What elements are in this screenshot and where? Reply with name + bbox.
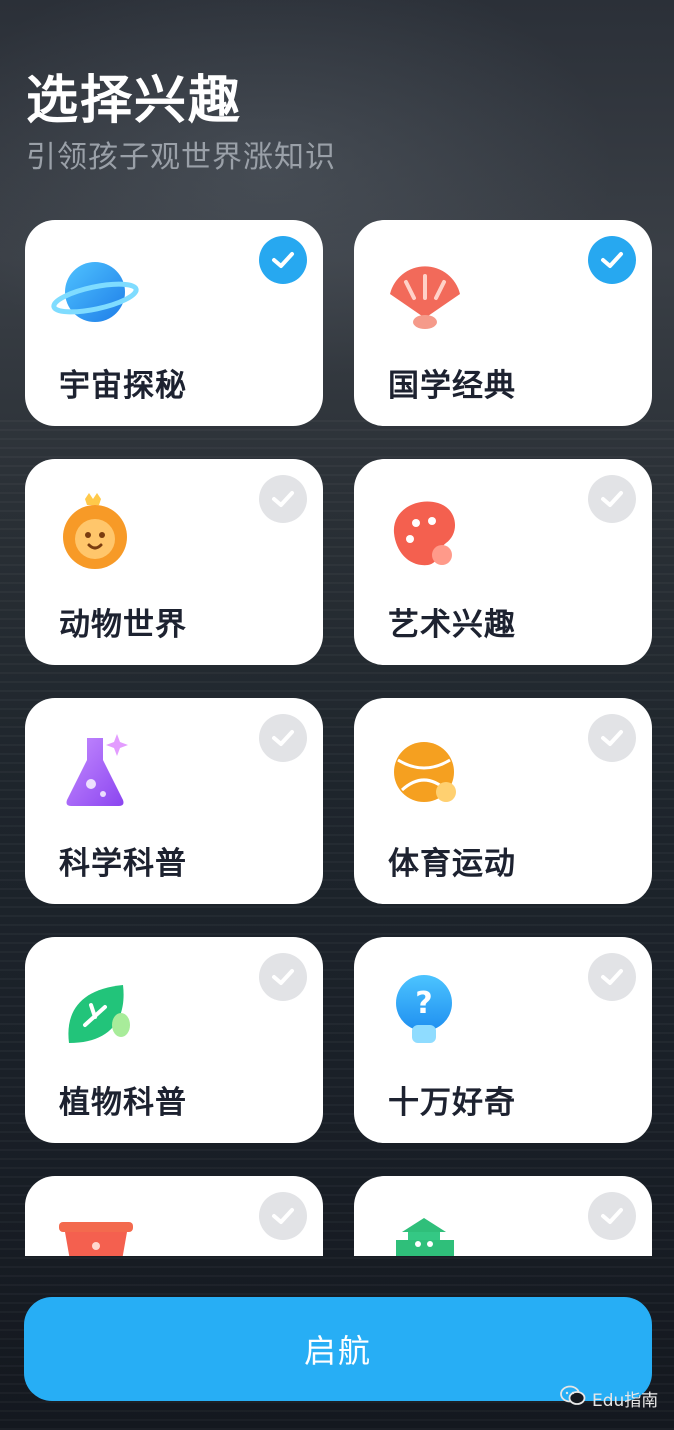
interest-card-animals[interactable]: 动物世界 bbox=[25, 459, 323, 665]
watermark: Edu指南 bbox=[560, 1385, 658, 1412]
interest-card-item-9[interactable] bbox=[25, 1176, 323, 1256]
interest-label: 十万好奇 bbox=[388, 1085, 516, 1121]
interest-label: 艺术兴趣 bbox=[388, 607, 516, 643]
unselected-check-icon[interactable] bbox=[259, 1192, 307, 1240]
interest-card-art[interactable]: 艺术兴趣 bbox=[354, 459, 652, 665]
pot-icon bbox=[51, 1210, 141, 1256]
lion-icon bbox=[51, 493, 141, 573]
interest-grid[interactable]: 宇宙探秘 国学经典 动物世界 艺术兴趣 科学科普 体育运动 植物科普 ? 十万好… bbox=[0, 218, 674, 1256]
ball-icon bbox=[380, 732, 470, 812]
interest-label: 动物世界 bbox=[59, 607, 187, 643]
planet-icon bbox=[51, 254, 141, 334]
leaf-icon bbox=[51, 971, 141, 1051]
unselected-check-icon[interactable] bbox=[588, 1192, 636, 1240]
unselected-check-icon[interactable] bbox=[588, 714, 636, 762]
unselected-check-icon[interactable] bbox=[259, 475, 307, 523]
building-icon bbox=[380, 1210, 470, 1256]
interest-label: 国学经典 bbox=[388, 368, 516, 404]
interest-card-classics[interactable]: 国学经典 bbox=[354, 220, 652, 426]
interest-label: 体育运动 bbox=[388, 846, 516, 882]
interest-label: 科学科普 bbox=[59, 846, 187, 882]
unselected-check-icon[interactable] bbox=[588, 953, 636, 1001]
selected-check-icon[interactable] bbox=[259, 236, 307, 284]
watermark-text: Edu指南 bbox=[592, 1391, 659, 1411]
unselected-check-icon[interactable] bbox=[259, 714, 307, 762]
interest-card-sports[interactable]: 体育运动 bbox=[354, 698, 652, 904]
page-title: 选择兴趣 bbox=[26, 71, 243, 131]
interest-label: 宇宙探秘 bbox=[59, 368, 187, 404]
interest-card-science[interactable]: 科学科普 bbox=[25, 698, 323, 904]
interest-card-item-10[interactable] bbox=[354, 1176, 652, 1256]
unselected-check-icon[interactable] bbox=[588, 475, 636, 523]
lightbulb-icon: ? bbox=[380, 971, 470, 1051]
start-button[interactable]: 启航 bbox=[24, 1297, 652, 1401]
unselected-check-icon[interactable] bbox=[259, 953, 307, 1001]
interest-card-space[interactable]: 宇宙探秘 bbox=[25, 220, 323, 426]
interest-label: 植物科普 bbox=[59, 1085, 187, 1121]
wechat-icon bbox=[560, 1385, 586, 1412]
fan-icon bbox=[380, 254, 470, 334]
interest-card-curiosity[interactable]: ? 十万好奇 bbox=[354, 937, 652, 1143]
interest-card-plants[interactable]: 植物科普 bbox=[25, 937, 323, 1143]
palette-icon bbox=[380, 493, 470, 573]
svg-text:?: ? bbox=[415, 986, 432, 1021]
page-subtitle: 引领孩子观世界涨知识 bbox=[26, 140, 336, 175]
selected-check-icon[interactable] bbox=[588, 236, 636, 284]
flask-icon bbox=[51, 732, 141, 812]
